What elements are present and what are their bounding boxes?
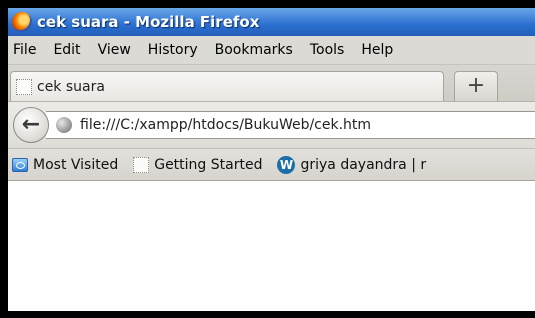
page-content[interactable]: [8, 181, 535, 311]
blank-page-icon: [16, 78, 32, 95]
window-title: cek suara - Mozilla Firefox: [37, 13, 260, 31]
globe-icon: [56, 117, 72, 133]
menu-help[interactable]: Help: [361, 42, 393, 58]
bookmark-label: griya dayandra | r: [300, 156, 427, 173]
browser-window: cek suara - Mozilla Firefox File Edit Vi…: [8, 8, 535, 311]
bookmarks-toolbar: Most Visited Getting Started W griya day…: [8, 149, 535, 181]
menu-view[interactable]: View: [98, 42, 131, 58]
navigation-toolbar: file:///C:/xampp/htdocs/BukuWeb/cek.htm …: [8, 101, 535, 149]
tab-cek-suara[interactable]: cek suara: [10, 71, 444, 101]
url-text[interactable]: file:///C:/xampp/htdocs/BukuWeb/cek.htm: [80, 117, 371, 133]
firefox-logo-icon[interactable]: [12, 12, 32, 32]
new-tab-button[interactable]: +: [454, 71, 498, 101]
bookmark-most-visited[interactable]: Most Visited: [12, 157, 118, 173]
bookmark-label: Getting Started: [154, 156, 263, 173]
menu-history[interactable]: History: [148, 42, 198, 58]
url-bar[interactable]: file:///C:/xampp/htdocs/BukuWeb/cek.htm: [46, 111, 535, 139]
menu-edit[interactable]: Edit: [53, 42, 80, 58]
wordpress-icon: W: [277, 155, 296, 174]
bookmark-griya-dayandra[interactable]: W griya dayandra | r: [269, 155, 427, 174]
menu-file[interactable]: File: [13, 42, 36, 58]
title-bar[interactable]: cek suara - Mozilla Firefox: [8, 8, 535, 36]
blank-page-icon: [133, 156, 150, 173]
bookmark-label: Most Visited: [33, 156, 119, 173]
bookmark-getting-started[interactable]: Getting Started: [125, 156, 263, 173]
tab-label: cek suara: [37, 78, 105, 95]
menu-tools[interactable]: Tools: [310, 42, 345, 58]
menu-bar: File Edit View History Bookmarks Tools H…: [8, 36, 535, 65]
tab-strip: cek suara +: [8, 65, 535, 101]
most-visited-icon: [12, 157, 28, 172]
menu-bookmarks[interactable]: Bookmarks: [215, 42, 293, 58]
back-button[interactable]: ←: [13, 107, 49, 143]
